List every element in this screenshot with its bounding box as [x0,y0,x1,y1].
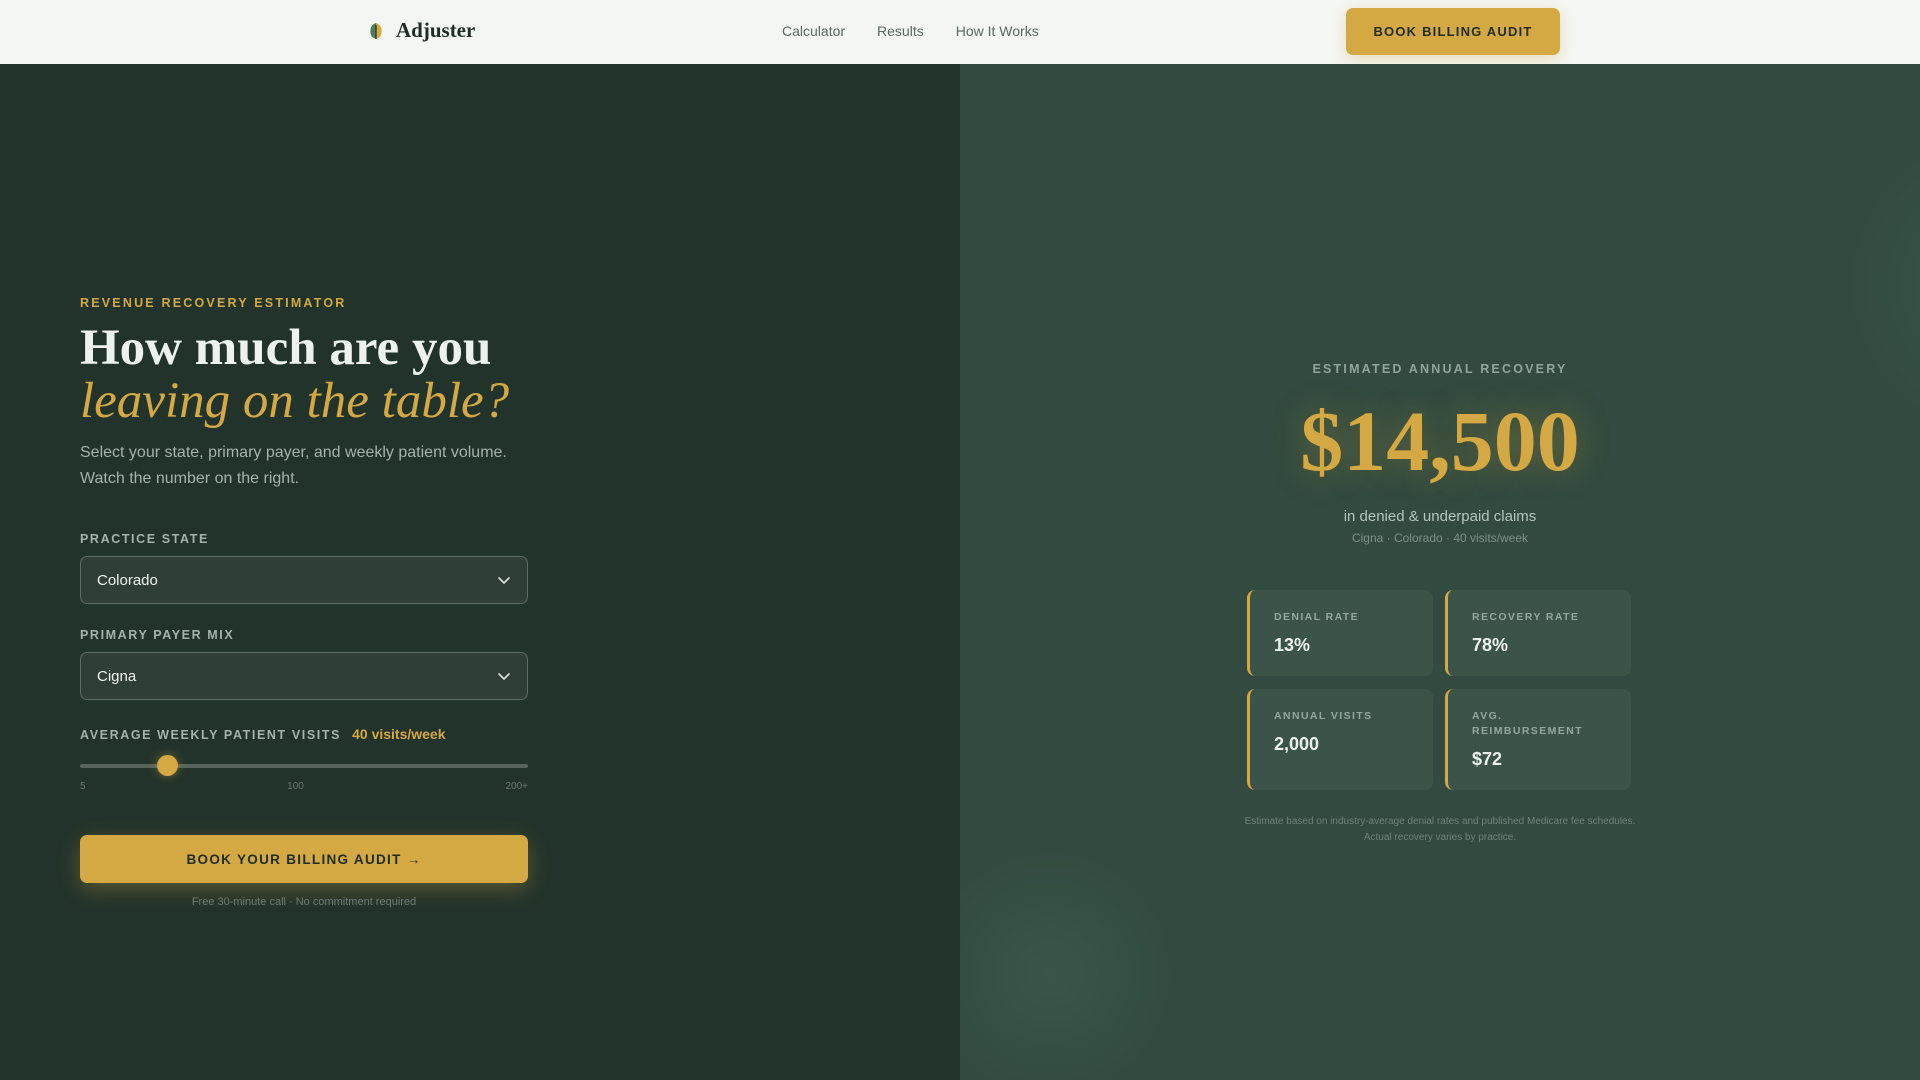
stat-label: AVG. REIMBURSEMENT [1472,710,1583,737]
stat-card-avg-reimbursement: AVG. REIMBURSEMENT $72 [1445,689,1631,790]
estimator-panel: REVENUE RECOVERY ESTIMATOR How much are … [0,64,960,1080]
practice-state-select[interactable]: Colorado [80,556,528,604]
stat-card-recovery-rate: RECOVERY RATE 78% [1445,590,1631,676]
main-nav: Calculator Results How It Works [782,23,1039,39]
slider-ticks: 5 100 200+ [80,781,528,792]
background-glow [960,844,1180,1080]
stat-value: 2,000 [1274,734,1320,754]
nav-link-how-it-works[interactable]: How It Works [956,23,1039,39]
top-header: Adjuster Calculator Results How It Works… [0,0,1920,64]
chevron-down-icon [498,673,510,680]
slider-tick-max: 200+ [505,781,528,792]
stat-value: $72 [1472,749,1503,769]
book-billing-audit-button[interactable]: BOOK BILLING AUDIT [1346,8,1560,55]
recovery-meta: Cigna · Colorado · 40 visits/week [1351,531,1529,545]
estimated-recovery-amount: $14,500 [1300,393,1580,489]
stat-card-denial-rate: DENIAL RATE 13% [1247,590,1433,676]
recovery-caption: in denied & underpaid claims [1343,508,1537,525]
slider-handle[interactable] [157,755,179,776]
practice-state-label: PRACTICE STATE [80,532,209,546]
stat-value: 13% [1274,635,1311,655]
primary-payer-select[interactable]: Cigna [80,652,528,700]
weekly-visits-label: AVERAGE WEEKLY PATIENT VISITS 40 visits/… [80,726,446,742]
nav-link-results[interactable]: Results [877,23,924,39]
book-your-billing-audit-button[interactable]: BOOK YOUR BILLING AUDIT → [80,835,528,883]
leaf-logo-icon [370,22,382,39]
nav-link-calculator[interactable]: Calculator [782,23,845,39]
results-eyebrow: ESTIMATED ANNUAL RECOVERY [1312,362,1568,376]
weekly-visits-label-text: AVERAGE WEEKLY PATIENT VISITS [80,728,342,742]
estimate-disclaimer: Estimate based on industry-average denia… [1244,816,1636,843]
stat-card-annual-visits: ANNUAL VISITS 2,000 [1247,689,1433,790]
stat-label: ANNUAL VISITS [1274,710,1373,722]
cta-note: Free 30-minute call · No commitment requ… [191,896,417,908]
weekly-visits-slider[interactable] [80,755,528,776]
results-panel: ESTIMATED ANNUAL RECOVERY $14,500 in den… [960,64,1920,1080]
headline-line-2: leaving on the table? [80,373,510,429]
primary-payer-value: Cigna [97,667,137,685]
estimator-description: Select your state, primary payer, and we… [80,444,507,487]
page-title: How much are you leaving on the table? [80,322,680,428]
chevron-down-icon [498,577,510,584]
stat-label: RECOVERY RATE [1472,611,1580,623]
stat-value: 78% [1472,635,1509,655]
brand-logo[interactable]: Adjuster [366,18,475,43]
slider-tick-min: 5 [80,781,86,792]
brand-name: Adjuster [396,18,476,42]
headline-line-1: How much are you [80,320,492,376]
estimator-eyebrow: REVENUE RECOVERY ESTIMATOR [80,296,347,310]
slider-tick-mid: 100 [287,781,304,792]
weekly-visits-value: 40 visits/week [352,726,446,742]
primary-payer-label: PRIMARY PAYER MIX [80,628,235,642]
stat-label: DENIAL RATE [1274,611,1360,623]
practice-state-value: Colorado [97,571,158,589]
